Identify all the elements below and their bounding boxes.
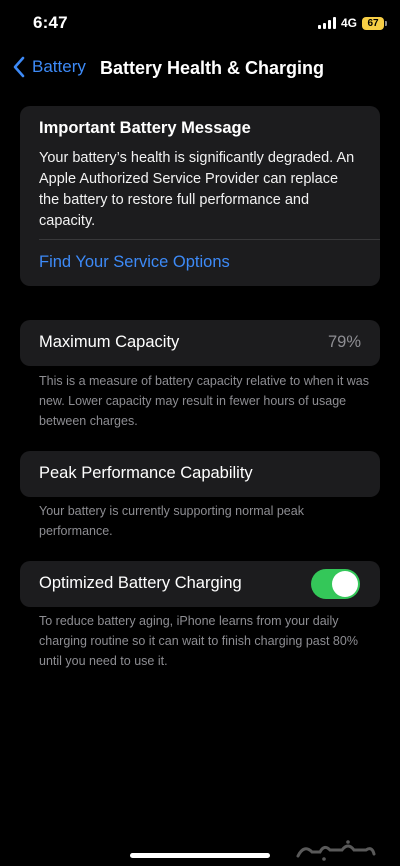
page-title: Battery Health & Charging (100, 58, 325, 78)
message-body: Your battery’s health is significantly d… (39, 150, 355, 229)
status-indicators: 4G 67 (317, 16, 387, 30)
toggle-knob (332, 571, 358, 597)
peak-performance-label: Peak Performance Capability (39, 464, 253, 482)
maximum-capacity-label: Maximum Capacity (39, 333, 180, 351)
battery-message-card: Important Battery Message Your battery’s… (20, 106, 380, 286)
divider (39, 239, 380, 240)
message-title: Important Battery Message (39, 119, 251, 137)
back-button[interactable]: Battery (12, 56, 86, 78)
peak-performance-row: Peak Performance Capability (20, 451, 380, 497)
back-button-label: Battery (32, 57, 86, 76)
status-time: 6:47 (33, 13, 68, 32)
optimized-charging-toggle[interactable] (311, 569, 360, 599)
chevron-left-icon (13, 56, 25, 78)
battery-level: 67 (367, 17, 379, 29)
home-indicator[interactable] (130, 853, 270, 858)
maximum-capacity-footnote: This is a measure of battery capacity re… (39, 374, 370, 428)
network-type: 4G (340, 16, 357, 30)
screen: 6:47 4G 67 Battery Battery Health & Char… (0, 0, 400, 866)
battery-icon: 67 (362, 16, 387, 30)
optimized-charging-footnote: To reduce battery aging, iPhone learns f… (39, 614, 358, 668)
status-bar: 6:47 4G 67 (0, 0, 400, 48)
maximum-capacity-value: 79% (327, 333, 361, 351)
watermark-logo-icon (296, 840, 376, 861)
optimized-charging-row: Optimized Battery Charging (20, 561, 380, 607)
maximum-capacity-row: Maximum Capacity 79% (20, 320, 380, 366)
cellular-signal-icon (317, 17, 336, 29)
peak-performance-footnote: Your battery is currently supporting nor… (39, 504, 304, 538)
navigation-bar: Battery Battery Health & Charging (0, 52, 400, 86)
find-service-options-link[interactable]: Find Your Service Options (39, 253, 230, 272)
optimized-charging-label: Optimized Battery Charging (39, 574, 242, 592)
